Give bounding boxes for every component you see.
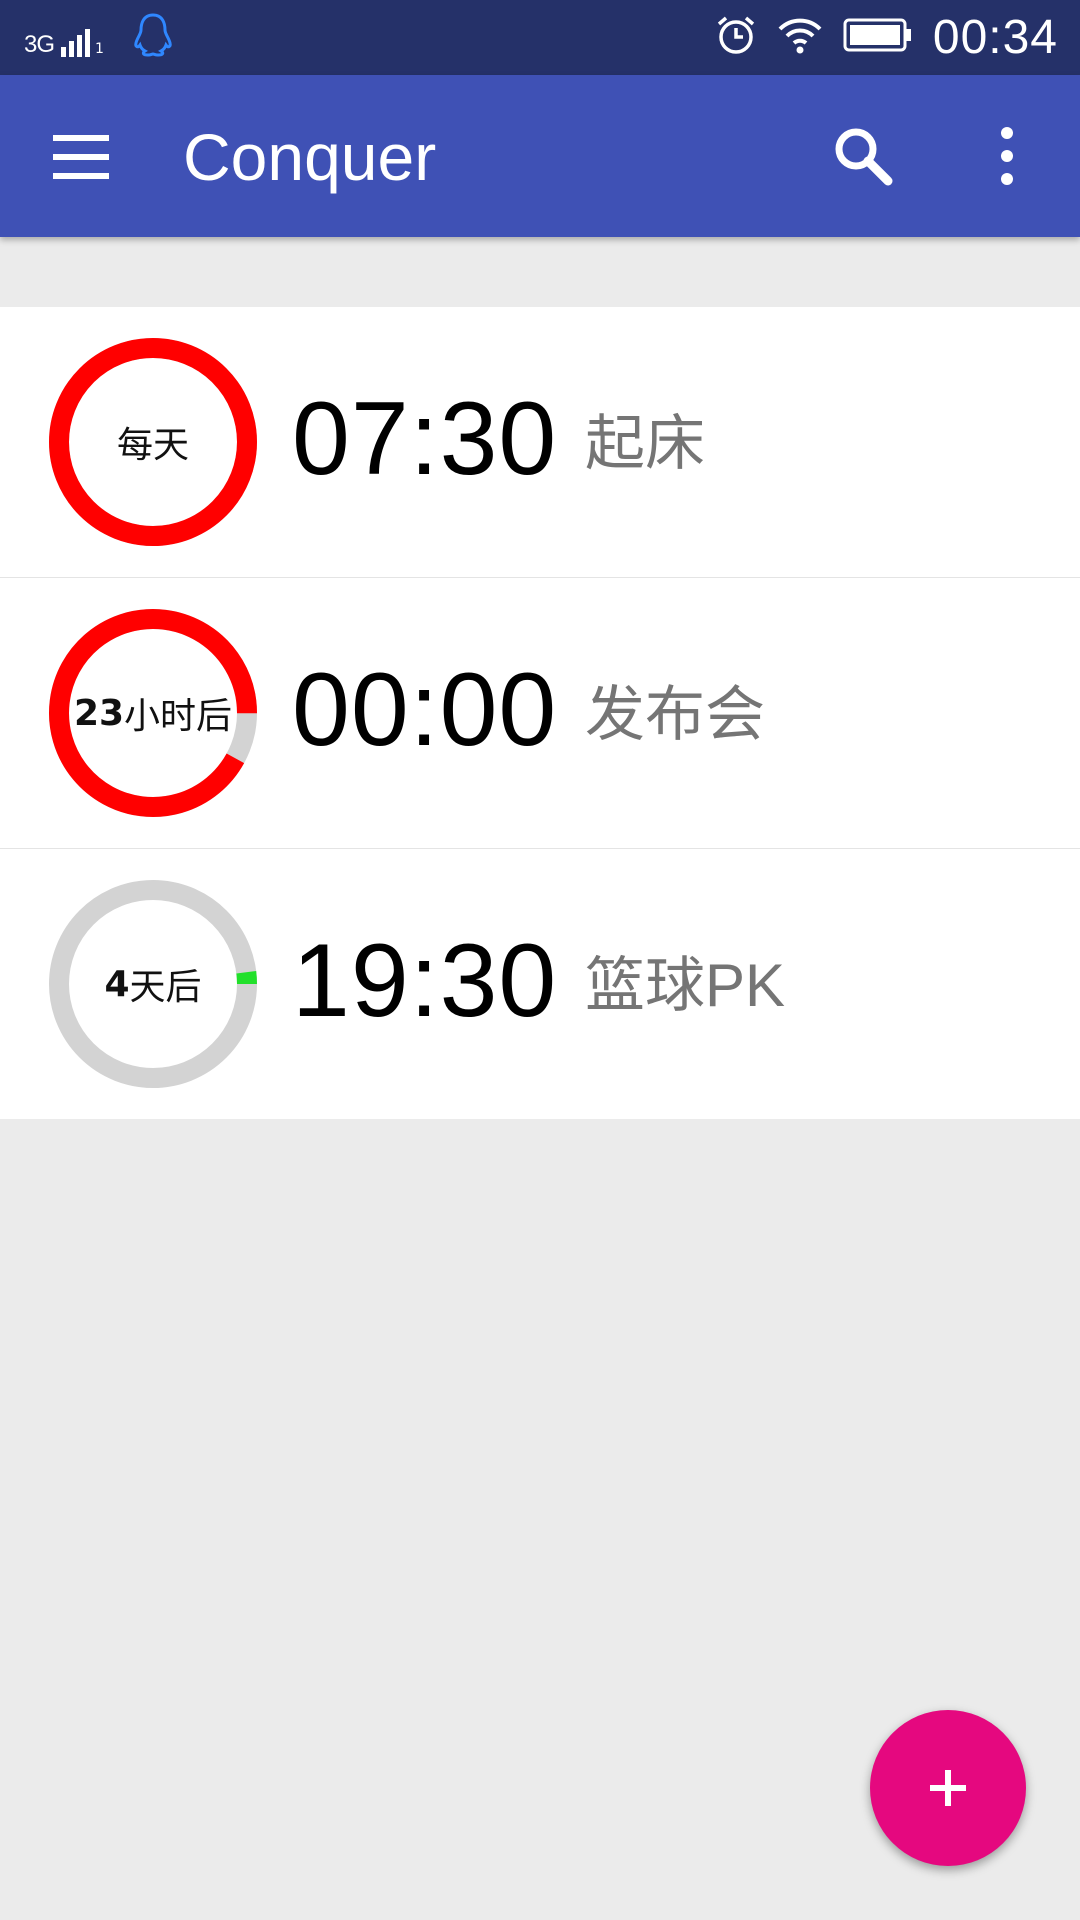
ring-label: 每天 (116, 425, 189, 466)
alarm-time: 19:30 (292, 923, 558, 1039)
more-vert-icon[interactable] (982, 121, 1032, 191)
qq-penguin-icon (132, 12, 174, 62)
alarm-time: 07:30 (292, 381, 558, 497)
cell-signal-icon: 3G 1 (24, 17, 104, 57)
countdown-ring: 23 小时后 (48, 608, 258, 818)
alarm-name: 篮球PK (585, 952, 786, 1019)
app-title: Conquer (183, 120, 437, 194)
alarm-item[interactable]: 4 天后 19:30 篮球PK (0, 849, 1080, 1119)
alarm-list: 每天 07:30 起床 23 小时后 00:00 发布会 4 天后 19:30 … (0, 307, 1080, 1119)
ring-label-number: 23 (73, 692, 125, 734)
alarm-clock-icon (715, 14, 757, 60)
status-time: 00:34 (932, 10, 1058, 64)
status-bar: 3G 1 00:34 (0, 0, 1080, 75)
ring-label-unit: 小时后 (124, 696, 233, 737)
add-icon (930, 1770, 966, 1806)
ring-label-unit: 天后 (129, 967, 202, 1008)
app-bar: Conquer (0, 75, 1080, 237)
hamburger-menu-icon[interactable] (48, 127, 112, 187)
alarm-item[interactable]: 每天 07:30 起床 (0, 307, 1080, 578)
add-alarm-button[interactable] (870, 1710, 1026, 1866)
network-type: 3G (24, 31, 55, 58)
ring-label-number: 4 (104, 963, 130, 1005)
ring-label: 4 天后 (48, 879, 258, 1089)
alarm-item[interactable]: 23 小时后 00:00 发布会 (0, 578, 1080, 849)
ring-label: 23 小时后 (48, 608, 258, 818)
sim-index: 1 (95, 41, 104, 57)
countdown-ring: 4 天后 (48, 879, 258, 1089)
alarm-name: 发布会 (585, 681, 765, 748)
search-icon[interactable] (828, 121, 898, 191)
alarm-time: 00:00 (292, 652, 558, 768)
battery-icon (843, 17, 913, 57)
countdown-ring: 每天 (48, 337, 258, 547)
wifi-icon (777, 15, 823, 59)
alarm-name: 起床 (585, 410, 705, 477)
